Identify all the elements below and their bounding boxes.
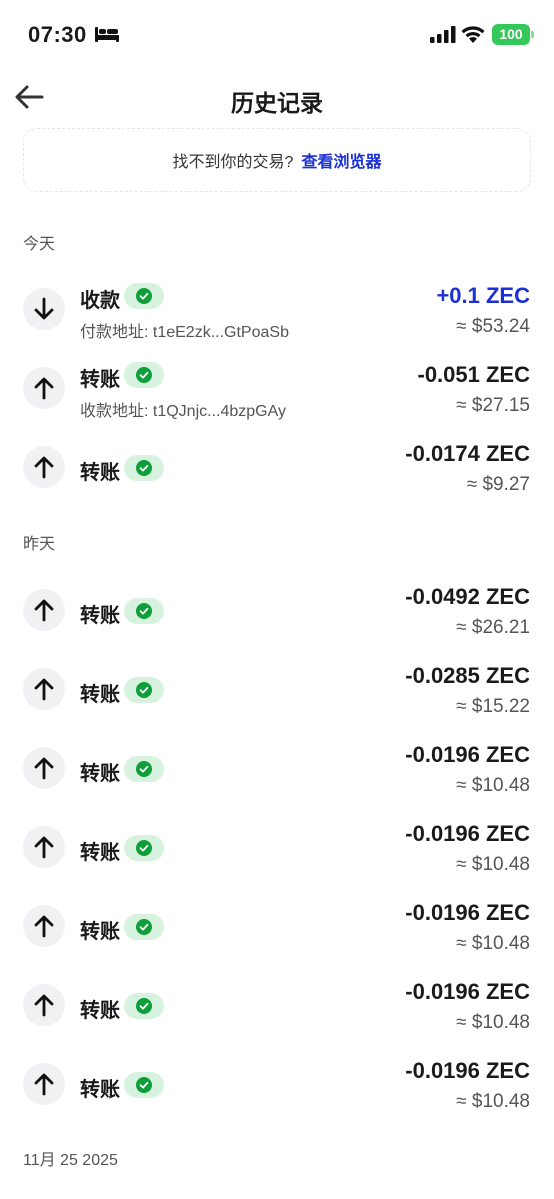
section-label-date: 11月 25 2025 [23,1152,118,1169]
transaction-fiat-value: ≈ $10.48 [456,854,530,875]
transaction-row[interactable]: 转账 -0.0285 ZEC ≈ $15.22 [0,654,554,724]
section-label-yesterday: 昨天 [23,536,56,553]
transaction-amount: +0.1 ZEC [436,283,530,308]
confirmed-badge [124,362,164,388]
check-circle-icon [136,1077,152,1093]
transaction-row[interactable]: 转账 收款地址: t1QJnjc...4bzpGAy -0.051 ZEC ≈ … [0,353,554,423]
transaction-address: 付款地址: t1eE2zk...GtPoaSb [80,324,289,341]
check-circle-icon [136,761,152,777]
arrow-down-icon [23,288,65,330]
confirmed-badge [124,455,164,481]
page-title: 历史记录 [231,90,323,116]
battery-indicator: 100 [492,24,534,45]
transaction-amount: -0.0196 ZEC [405,742,530,767]
transaction-row[interactable]: 转账 -0.0196 ZEC ≈ $10.48 [0,891,554,961]
confirmed-badge [124,914,164,940]
transaction-fiat-value: ≈ $10.48 [456,1012,530,1033]
transaction-amount: -0.0196 ZEC [405,1058,530,1083]
arrow-up-icon [23,446,65,488]
status-bar: 07:30 100 [0,0,554,70]
transaction-address: 收款地址: t1QJnjc...4bzpGAy [80,403,286,420]
notice-text: 找不到你的交易? [172,154,294,171]
transaction-type: 转账 [80,684,120,706]
transaction-row[interactable]: 收款 付款地址: t1eE2zk...GtPoaSb +0.1 ZEC ≈ $5… [0,274,554,344]
arrow-up-icon [23,747,65,789]
confirmed-badge [124,283,164,309]
check-circle-icon [136,919,152,935]
transaction-fiat-value: ≈ $10.48 [456,933,530,954]
confirmed-badge [124,835,164,861]
check-circle-icon [136,367,152,383]
transaction-row[interactable]: 转账 -0.0196 ZEC ≈ $10.48 [0,812,554,882]
transaction-type: 转账 [80,763,120,785]
transaction-type: 转账 [80,921,120,943]
transaction-type: 转账 [80,1079,120,1101]
transaction-fiat-value: ≈ $10.48 [456,775,530,796]
transaction-amount: -0.051 ZEC [417,362,531,387]
status-time: 07:30 [28,22,87,47]
transaction-fiat-value: ≈ $27.15 [456,395,530,416]
transaction-amount: -0.0196 ZEC [405,821,530,846]
transaction-fiat-value: ≈ $10.48 [456,1091,530,1112]
wifi-icon [460,24,486,44]
transaction-amount: -0.0196 ZEC [405,979,530,1004]
arrow-up-icon [23,905,65,947]
transaction-type: 转账 [80,369,120,391]
transaction-type: 收款 [80,290,120,312]
transaction-amount: -0.0285 ZEC [405,663,530,688]
transaction-type: 转账 [80,842,120,864]
arrow-up-icon [23,984,65,1026]
transaction-fiat-value: ≈ $53.24 [456,316,530,337]
transaction-row[interactable]: 转账 -0.0196 ZEC ≈ $10.48 [0,733,554,803]
check-circle-icon [136,682,152,698]
check-circle-icon [136,288,152,304]
transaction-type: 转账 [80,1000,120,1022]
transaction-row[interactable]: 转账 -0.0174 ZEC ≈ $9.27 [0,432,554,502]
transaction-amount: -0.0174 ZEC [405,441,530,466]
confirmed-badge [124,993,164,1019]
notice-box: 找不到你的交易? 查看浏览器 [23,128,531,192]
transaction-amount: -0.0196 ZEC [405,900,530,925]
transaction-type: 转账 [80,462,120,484]
arrow-up-icon [23,668,65,710]
transaction-fiat-value: ≈ $15.22 [456,696,530,717]
arrow-up-icon [23,1063,65,1105]
cellular-signal-icon [430,26,456,43]
confirmed-badge [124,598,164,624]
check-circle-icon [136,460,152,476]
transaction-amount: -0.0492 ZEC [405,584,530,609]
arrow-up-icon [23,826,65,868]
transaction-fiat-value: ≈ $9.27 [466,474,530,495]
confirmed-badge [124,677,164,703]
arrow-up-icon [23,367,65,409]
transaction-row[interactable]: 转账 -0.0492 ZEC ≈ $26.21 [0,575,554,645]
check-circle-icon [136,998,152,1014]
transaction-row[interactable]: 转账 -0.0196 ZEC ≈ $10.48 [0,970,554,1040]
check-circle-icon [136,603,152,619]
confirmed-badge [124,756,164,782]
check-circle-icon [136,840,152,856]
confirmed-badge [124,1072,164,1098]
transaction-fiat-value: ≈ $26.21 [456,617,530,638]
sleep-focus-icon [95,25,119,43]
arrow-up-icon [23,589,65,631]
transaction-type: 转账 [80,605,120,627]
transaction-row[interactable]: 转账 -0.0196 ZEC ≈ $10.48 [0,1049,554,1119]
section-label-today: 今天 [23,236,56,253]
view-explorer-link[interactable]: 查看浏览器 [301,148,381,172]
